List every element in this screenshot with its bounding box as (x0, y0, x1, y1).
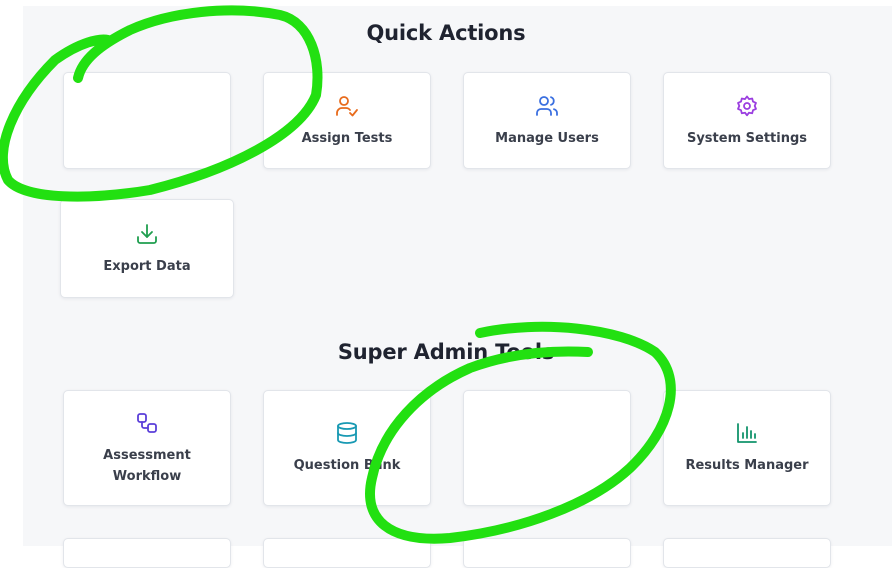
user-check-icon (334, 93, 360, 119)
card-partial[interactable] (263, 538, 431, 568)
assign-tests-card[interactable]: Assign Tests (263, 72, 431, 169)
gear-icon (734, 93, 760, 119)
assign-tests-label: Assign Tests (301, 130, 393, 146)
export-data-card[interactable]: Export Data (60, 199, 234, 298)
card-partial[interactable] (663, 538, 831, 568)
assessment-workflow-label: Assessment Workflow (103, 447, 191, 484)
export-data-label: Export Data (103, 258, 191, 274)
question-bank-card[interactable]: Question Bank (263, 390, 431, 506)
workflow-icon (134, 410, 160, 436)
bar-chart-icon (734, 420, 760, 446)
dashboard-panel: Quick Actions Assign Tests Manage Users (23, 6, 892, 568)
results-manager-label: Results Manager (685, 458, 809, 473)
assessment-workflow-card[interactable]: Assessment Workflow (63, 390, 231, 506)
manage-users-label: Manage Users (495, 130, 599, 146)
results-manager-card[interactable]: Results Manager (663, 390, 831, 506)
database-icon (334, 420, 360, 446)
quick-action-card-blank[interactable] (63, 72, 231, 169)
super-admin-card-blank[interactable] (463, 390, 631, 506)
manage-users-card[interactable]: Manage Users (463, 72, 631, 169)
card-partial[interactable] (63, 538, 231, 568)
system-settings-label: System Settings (686, 130, 808, 146)
quick-actions-title: Quick Actions (366, 21, 526, 45)
question-bank-label: Question Bank (293, 458, 401, 473)
super-admin-tools-title: Super Admin Tools (337, 340, 555, 364)
users-icon (534, 93, 560, 119)
download-icon (134, 221, 160, 247)
system-settings-card[interactable]: System Settings (663, 72, 831, 169)
card-partial[interactable] (463, 538, 631, 568)
